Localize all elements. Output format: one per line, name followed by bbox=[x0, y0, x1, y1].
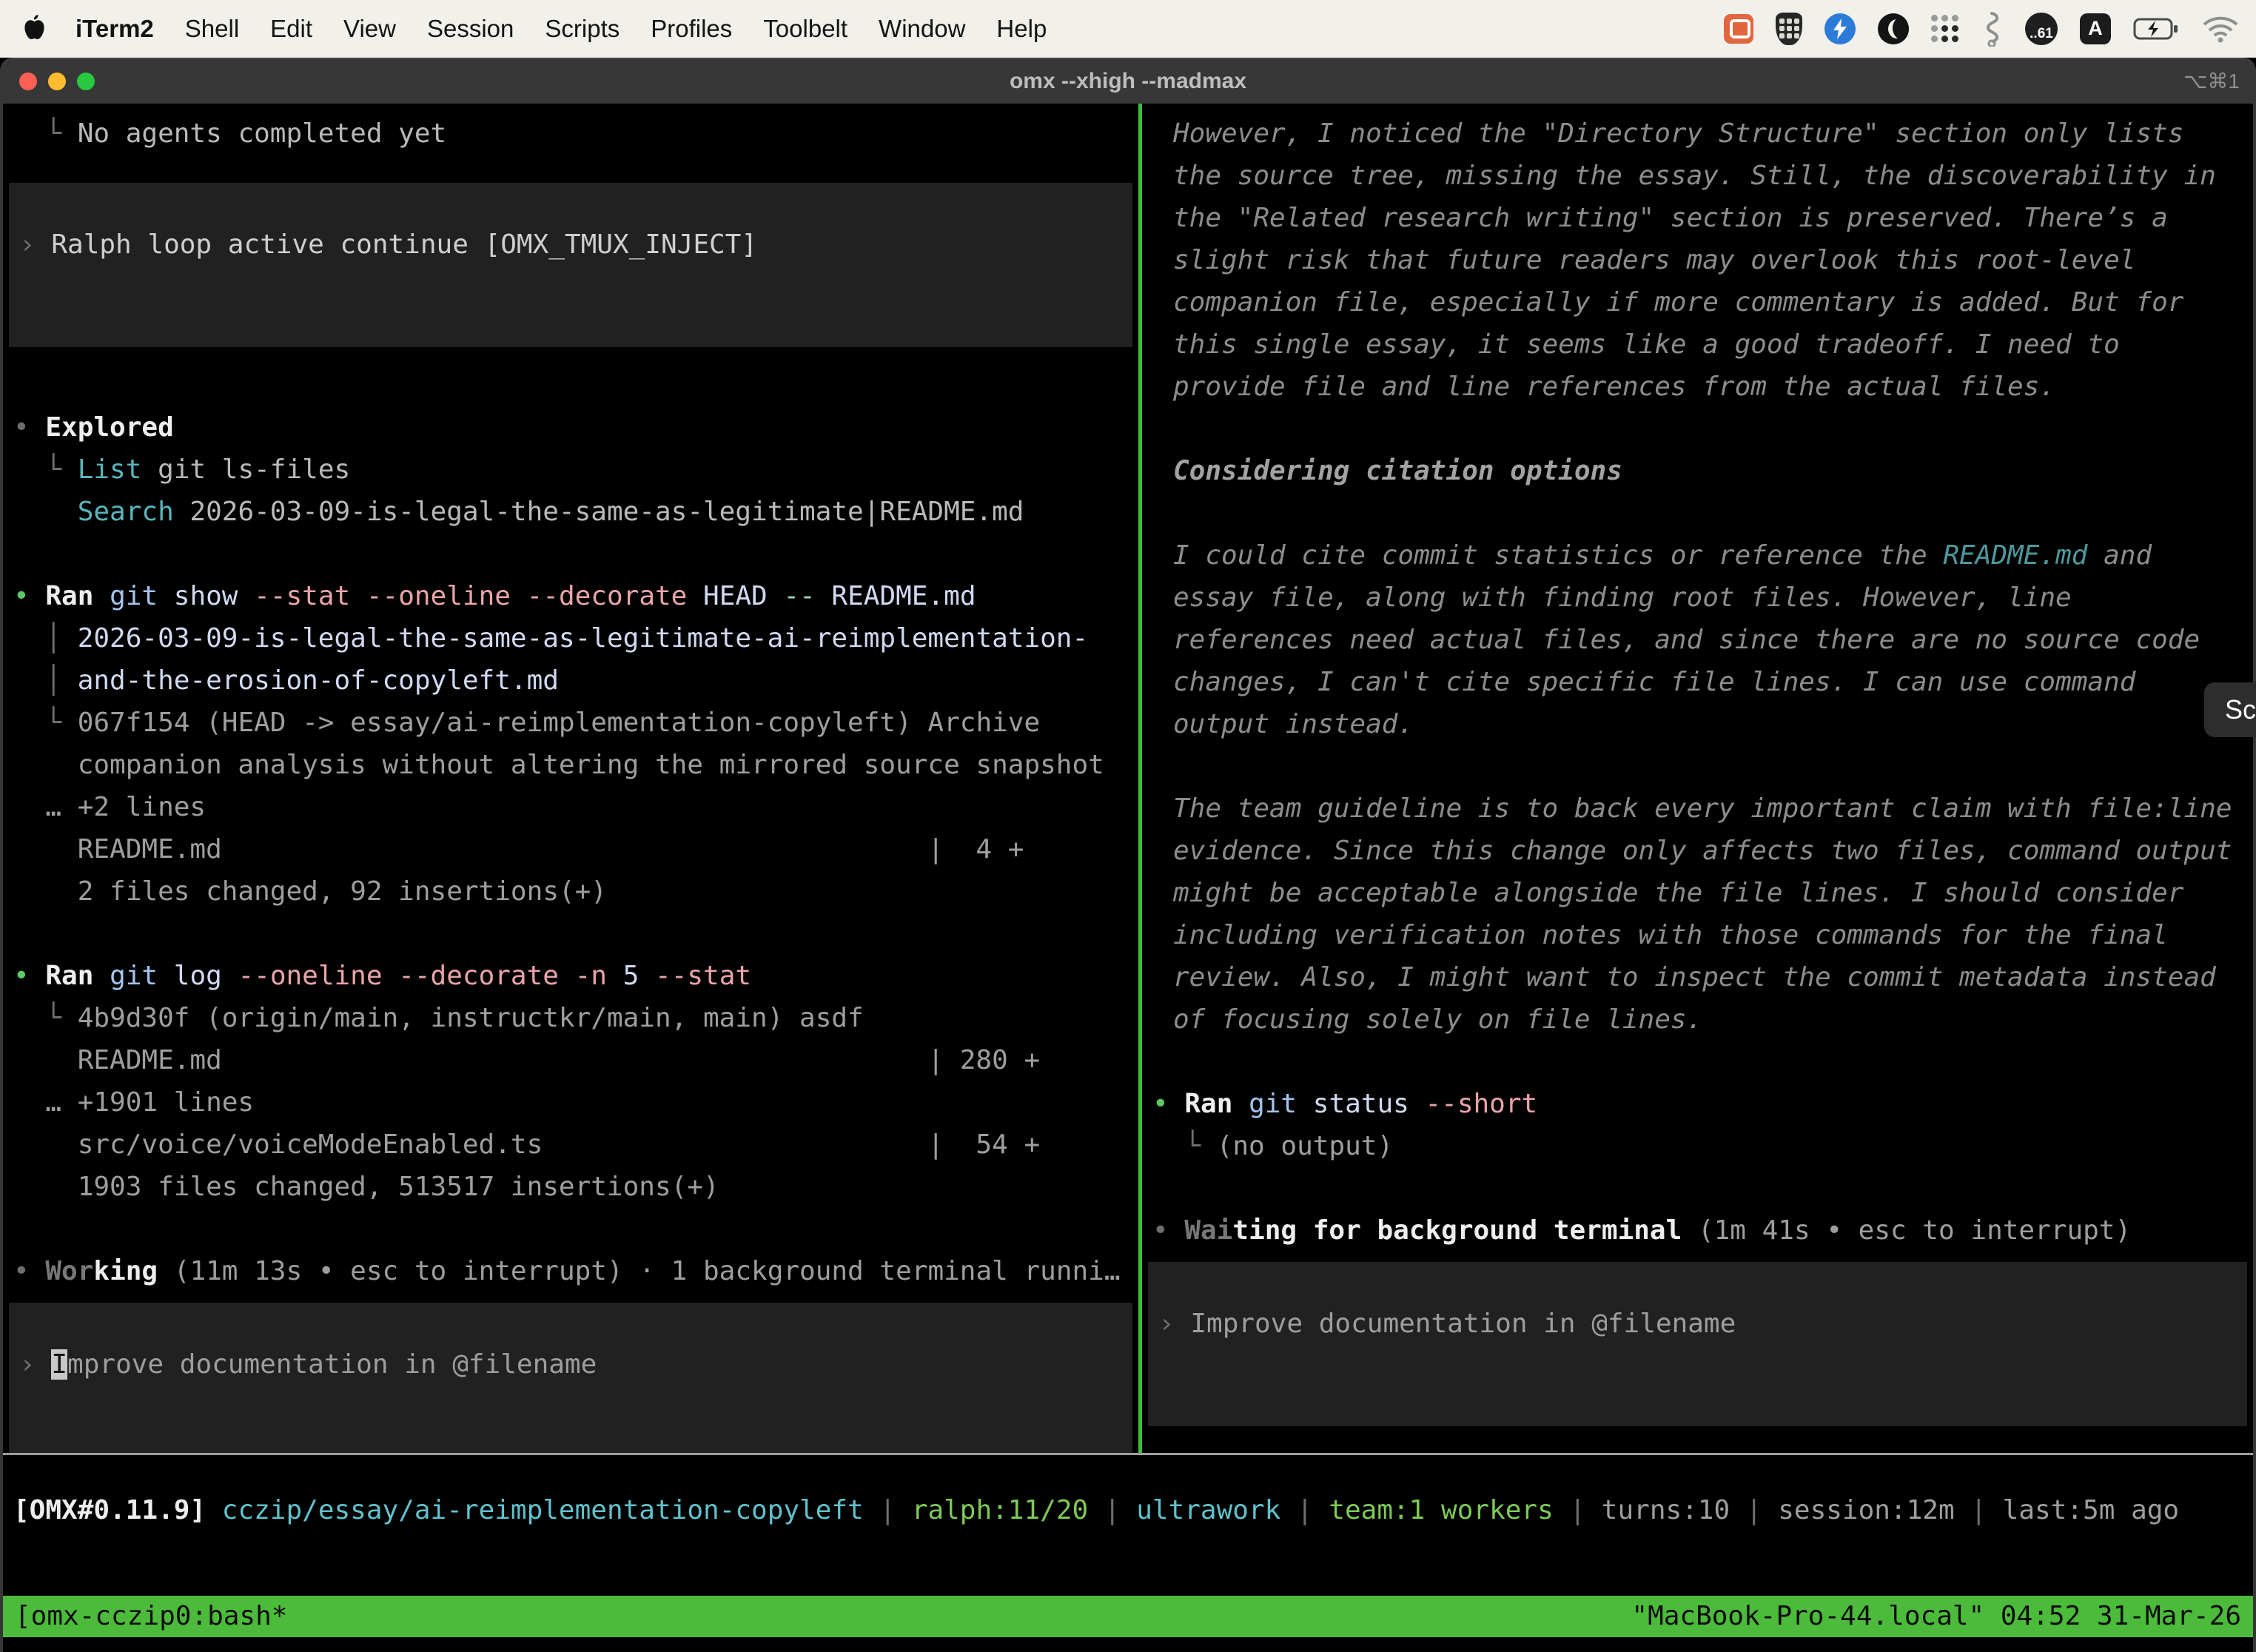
left-pane-output: • Explored └ List git ls-files Search 20… bbox=[3, 406, 1138, 1292]
menu-item-session[interactable]: Session bbox=[427, 15, 514, 43]
menu-item-scripts[interactable]: Scripts bbox=[545, 15, 620, 43]
inject-prompt-line[interactable]: › Ralph loop active continue [OMX_TMUX_I… bbox=[9, 224, 1132, 266]
menu-item-window[interactable]: Window bbox=[879, 15, 965, 43]
terminal-line: review. Also, I might want to inspect th… bbox=[1142, 956, 2253, 998]
terminal-line: 2 files changed, 92 insertions(+) bbox=[3, 870, 1138, 913]
left-top-line: └ No agents completed yet bbox=[3, 113, 1138, 155]
right-pane-output: However, I noticed the "Directory Struct… bbox=[1142, 113, 2253, 1252]
terminal-line: evidence. Since this change only affects… bbox=[1142, 830, 2253, 872]
badge-61-status-icon[interactable]: ..61 bbox=[2025, 10, 2058, 48]
terminal-line: └ 4b9d30f (origin/main, instructkr/main,… bbox=[3, 997, 1138, 1039]
window-title-bar: omx --xhigh --madmax ⌥⌘1 bbox=[0, 58, 2256, 104]
left-pane: └ No agents completed yet › Ralph loop a… bbox=[3, 104, 1138, 1453]
terminal-line: I could cite commit statistics or refere… bbox=[1142, 534, 2253, 577]
terminal-line: • Working (11m 13s • esc to interrupt) ·… bbox=[3, 1250, 1138, 1292]
terminal-line: └ (no output) bbox=[1142, 1125, 2253, 1167]
terminal-line: … +1901 lines bbox=[3, 1081, 1138, 1124]
menu-status-icons: ..61 A bbox=[1724, 10, 2240, 48]
menu-item-edit[interactable]: Edit bbox=[270, 15, 312, 43]
left-prompt-line[interactable]: › Improve documentation in @filename bbox=[9, 1343, 1132, 1386]
terminal-line: src/voice/voiceModeEnabled.ts | 54 + bbox=[3, 1124, 1138, 1166]
terminal-line: provide file and line references from th… bbox=[1142, 366, 2253, 408]
shield-grid-status-icon[interactable] bbox=[1776, 10, 1802, 48]
omx-status-bar: [OMX#0.11.9] cczip/essay/ai-reimplementa… bbox=[3, 1489, 2253, 1531]
moon-status-icon[interactable] bbox=[1878, 10, 1909, 48]
window-title: omx --xhigh --madmax bbox=[0, 58, 2256, 104]
terminal-line: The team guideline is to back every impo… bbox=[1142, 788, 2253, 830]
bolt-blue-status-icon[interactable] bbox=[1824, 10, 1856, 48]
apple-logo-icon[interactable] bbox=[22, 14, 47, 44]
terminal-line: └ List git ls-files bbox=[3, 449, 1138, 491]
tmux-session-label: [omx-cczip0:bash* bbox=[15, 1596, 287, 1637]
terminal-line: • Ran git show --stat --oneline --decora… bbox=[3, 575, 1138, 617]
terminal-content: └ No agents completed yet › Ralph loop a… bbox=[0, 104, 2256, 1652]
terminal-line: │ 2026-03-09-is-legal-the-same-as-legiti… bbox=[3, 617, 1138, 659]
terminal-line: However, I noticed the "Directory Struct… bbox=[1142, 113, 2253, 155]
menu-item-help[interactable]: Help bbox=[996, 15, 1047, 43]
terminal-line: └ No agents completed yet bbox=[3, 113, 1138, 155]
terminal-line: companion analysis without altering the … bbox=[3, 744, 1138, 786]
left-prompt-input[interactable]: › Improve documentation in @filename bbox=[9, 1303, 1132, 1453]
terminal-line: │ and-the-erosion-of-copyleft.md bbox=[3, 659, 1138, 702]
terminal-line: companion file, especially if more comme… bbox=[1142, 281, 2253, 323]
terminal-line: … +2 lines bbox=[3, 786, 1138, 828]
right-prompt-line[interactable]: › Improve documentation in @filename bbox=[1148, 1303, 2247, 1345]
terminal-line bbox=[1142, 1041, 2253, 1083]
terminal-line: › Ralph loop active continue [OMX_TMUX_I… bbox=[9, 224, 1132, 266]
terminal-line: › Improve documentation in @filename bbox=[9, 1343, 1132, 1386]
macos-menu-bar: iTerm2 Shell Edit View Session Scripts Profile… bbox=[0, 0, 2256, 58]
terminal-line: └ 067f154 (HEAD -> essay/ai-reimplementa… bbox=[3, 702, 1138, 744]
tmux-status-bar: [omx-cczip0:bash* "MacBook-Pro-44.local"… bbox=[3, 1596, 2253, 1637]
terminal-line: Search 2026-03-09-is-legal-the-same-as-l… bbox=[3, 491, 1138, 533]
inject-prompt-box[interactable]: › Ralph loop active continue [OMX_TMUX_I… bbox=[9, 183, 1132, 347]
terminal-line: the "Related research writing" section i… bbox=[1142, 197, 2253, 239]
terminal-line: Considering citation options bbox=[1142, 450, 2253, 492]
terminal-line: the source tree, missing the essay. Stil… bbox=[1142, 155, 2253, 197]
keyboard-a-status-icon[interactable]: A bbox=[2080, 10, 2111, 48]
menu-item-toolbelt[interactable]: Toolbelt bbox=[763, 15, 847, 43]
chat-status-icon[interactable] bbox=[1724, 10, 1753, 48]
right-pane: However, I noticed the "Directory Struct… bbox=[1142, 104, 2253, 1453]
menu-item-iterm2[interactable]: iTerm2 bbox=[75, 15, 154, 43]
status-separator bbox=[3, 1453, 2253, 1455]
terminal-line: • Ran git status --short bbox=[1142, 1083, 2253, 1125]
menu-item-shell[interactable]: Shell bbox=[185, 15, 239, 43]
terminal-line: [OMX#0.11.9] cczip/essay/ai-reimplementa… bbox=[3, 1489, 2253, 1531]
terminal-line bbox=[1142, 745, 2253, 788]
right-prompt-input[interactable]: › Improve documentation in @filename bbox=[1148, 1262, 2247, 1426]
tmux-host-clock: "MacBook-Pro-44.local" 04:52 31-Mar-26 bbox=[1631, 1596, 2241, 1637]
grid-dots-status-icon[interactable] bbox=[1931, 10, 1958, 48]
terminal-line: this single essay, it seems like a good … bbox=[1142, 323, 2253, 366]
terminal-line bbox=[3, 1208, 1138, 1250]
wifi-status-icon[interactable] bbox=[2201, 10, 2240, 48]
terminal-line bbox=[3, 913, 1138, 955]
menu-item-view[interactable]: View bbox=[343, 15, 396, 43]
terminal-line: • Ran git log --oneline --decorate -n 5 … bbox=[3, 955, 1138, 997]
terminal-line: output instead. bbox=[1142, 703, 2253, 745]
terminal-line: slight risk that future readers may over… bbox=[1142, 239, 2253, 281]
screen-overlay-button[interactable]: Scre bbox=[2204, 682, 2256, 737]
squiggle-status-icon[interactable] bbox=[1981, 10, 2003, 48]
terminal-line: changes, I can't cite specific file line… bbox=[1142, 661, 2253, 703]
menu-items: iTerm2 Shell Edit View Session Scripts Profile… bbox=[75, 15, 1047, 43]
terminal-line bbox=[3, 533, 1138, 575]
terminal-line: › Improve documentation in @filename bbox=[1148, 1303, 2247, 1345]
terminal-line: including verification notes with those … bbox=[1142, 914, 2253, 956]
terminal-line: README.md | 280 + bbox=[3, 1039, 1138, 1081]
battery-status-icon[interactable] bbox=[2133, 10, 2179, 48]
menu-item-profiles[interactable]: Profiles bbox=[651, 15, 732, 43]
terminal-line: references need actual files, and since … bbox=[1142, 619, 2253, 661]
terminal-line: 1903 files changed, 513517 insertions(+) bbox=[3, 1166, 1138, 1208]
terminal-line: of focusing solely on file lines. bbox=[1142, 998, 2253, 1041]
terminal-line: • Explored bbox=[3, 406, 1138, 449]
terminal-line bbox=[1142, 1167, 2253, 1209]
terminal-line: • Waiting for background terminal (1m 41… bbox=[1142, 1209, 2253, 1252]
terminal-line bbox=[1142, 408, 2253, 450]
terminal-line bbox=[1142, 492, 2253, 534]
window-shortcut-badge: ⌥⌘1 bbox=[2183, 58, 2240, 104]
terminal-line: might be acceptable alongside the file l… bbox=[1142, 872, 2253, 914]
terminal-line: essay file, along with finding root file… bbox=[1142, 577, 2253, 619]
terminal-line: README.md | 4 + bbox=[3, 828, 1138, 870]
